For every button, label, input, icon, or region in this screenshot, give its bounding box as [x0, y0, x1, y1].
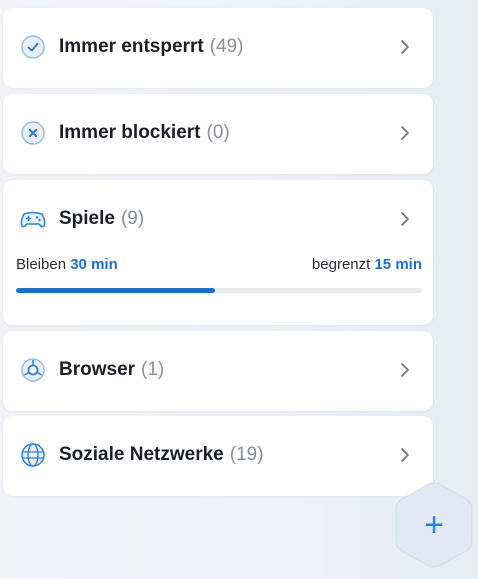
- chevron-right-icon: [397, 125, 413, 141]
- plus-icon: +: [424, 506, 444, 544]
- remaining-value: 30 min: [70, 256, 118, 273]
- gamepad-icon: [19, 205, 47, 233]
- add-category-button[interactable]: +: [394, 481, 474, 569]
- browser-icon: [19, 356, 47, 384]
- category-title: Browser: [59, 359, 136, 380]
- category-title: Spiele: [59, 208, 115, 229]
- usage-progress-bar: [16, 288, 422, 293]
- chevron-right-icon: [397, 39, 413, 55]
- category-card-browser[interactable]: Browser (1): [3, 331, 433, 411]
- chevron-right-icon: [397, 447, 413, 463]
- limit-time: begrenzt 15 min: [311, 256, 422, 273]
- games-usage-row: Bleiben 30 min begrenzt 15 min: [3, 256, 433, 273]
- limit-value: 15 min: [374, 256, 422, 273]
- category-title: Soziale Netzwerke: [59, 444, 224, 465]
- category-card-games[interactable]: Spiele (9) Bleiben 30 min begrenzt 15 mi…: [3, 180, 433, 325]
- category-count: (49): [209, 36, 244, 57]
- category-count: (1): [141, 359, 165, 380]
- category-card-social[interactable]: Soziale Netzwerke (19): [3, 416, 433, 496]
- category-title: Immer entsperrt: [59, 36, 204, 57]
- check-circle-icon: [19, 33, 47, 61]
- category-count: (19): [229, 444, 264, 465]
- remaining-time: Bleiben 30 min: [16, 256, 118, 273]
- category-card-always-blocked[interactable]: Immer blockiert (0): [3, 94, 433, 174]
- category-card-always-unlocked[interactable]: Immer entsperrt (49): [3, 8, 433, 88]
- x-circle-icon: [19, 119, 47, 147]
- chevron-right-icon: [397, 362, 413, 378]
- globe-icon: [19, 441, 47, 469]
- category-count: (0): [206, 122, 230, 143]
- chevron-right-icon: [397, 211, 413, 227]
- usage-progress-fill: [16, 288, 215, 293]
- category-count: (9): [120, 208, 145, 229]
- category-title: Immer blockiert: [59, 122, 201, 143]
